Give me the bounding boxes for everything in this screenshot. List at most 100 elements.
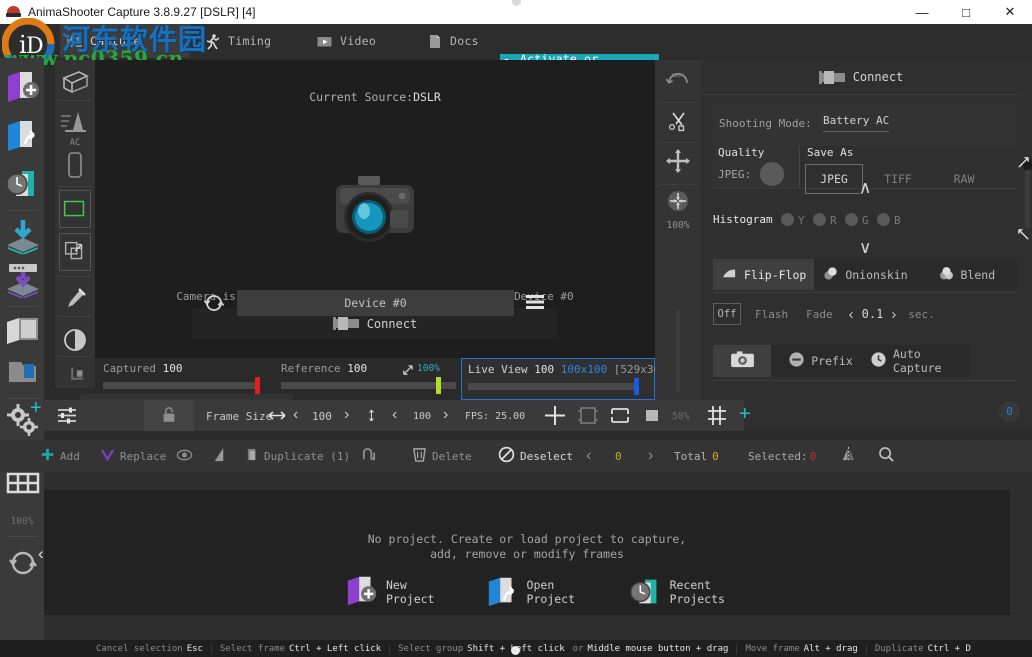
tab-docs[interactable]: Docs bbox=[420, 24, 500, 58]
height-prev-icon[interactable]: ‹ bbox=[392, 406, 397, 424]
tab-video[interactable]: Video bbox=[310, 24, 420, 58]
frame-outline-icon[interactable] bbox=[609, 405, 631, 426]
panel-connect-button[interactable]: Connect bbox=[701, 66, 1021, 88]
close-button[interactable]: ✕ bbox=[988, 0, 1032, 24]
rail-recent-projects[interactable] bbox=[4, 164, 42, 208]
tab-blend[interactable]: Blend bbox=[916, 259, 1017, 290]
save-as-tiff[interactable]: TIFF bbox=[867, 164, 929, 194]
panel-expand-up-icon[interactable] bbox=[1017, 154, 1030, 173]
captured-track[interactable] bbox=[103, 382, 260, 389]
toolbar-add-icon[interactable]: + bbox=[739, 403, 751, 426]
frames-delete-button[interactable]: Delete bbox=[412, 440, 472, 472]
crop-scissors-icon[interactable] bbox=[665, 108, 691, 134]
rail-refresh[interactable] bbox=[4, 544, 42, 588]
rail-import[interactable] bbox=[4, 216, 42, 260]
fps-label[interactable]: FPS: 25.00 bbox=[465, 411, 525, 422]
height-next-icon[interactable]: › bbox=[443, 406, 448, 424]
save-as-jpeg[interactable]: JPEG bbox=[805, 164, 863, 194]
maximize-button[interactable]: □ bbox=[944, 0, 988, 24]
save-as-raw[interactable]: RAW bbox=[933, 164, 995, 194]
rail-new-project[interactable] bbox=[4, 68, 42, 112]
frames-add-button[interactable]: Add bbox=[40, 440, 80, 472]
frame-prev-icon[interactable]: ‹ bbox=[586, 440, 591, 472]
quality-knob[interactable] bbox=[760, 162, 784, 186]
refresh-icon[interactable] bbox=[203, 292, 225, 314]
frames-duplicate-button[interactable]: Duplicate (1) bbox=[246, 440, 350, 472]
add-capture-icon[interactable]: + bbox=[30, 398, 42, 418]
eyedropper-icon[interactable] bbox=[59, 282, 91, 318]
panel-expand-down-icon[interactable] bbox=[1017, 226, 1030, 245]
minimize-button[interactable]: — bbox=[900, 0, 944, 24]
live-view-track[interactable] bbox=[468, 383, 638, 390]
move-icon[interactable] bbox=[665, 148, 691, 174]
recent-projects-button[interactable]: Recent Projects bbox=[628, 573, 764, 612]
histogram-y-radio[interactable] bbox=[781, 213, 794, 226]
battery-icon[interactable] bbox=[59, 148, 91, 184]
fill-icon[interactable] bbox=[641, 405, 663, 426]
timeline-prev-icon[interactable]: ‹ bbox=[38, 544, 44, 564]
frames-deselect-label: Deselect bbox=[520, 449, 573, 463]
frames-undo-button[interactable] bbox=[360, 440, 377, 472]
safe-area-icon[interactable] bbox=[577, 405, 599, 426]
unlock-icon[interactable] bbox=[159, 405, 181, 426]
flipflop-flash-label[interactable]: Flash bbox=[755, 308, 788, 321]
hamburger-menu-icon[interactable] bbox=[525, 294, 545, 310]
timeline-stage[interactable]: No project. Create or load project to ca… bbox=[44, 490, 1010, 615]
histogram-icon[interactable] bbox=[59, 104, 91, 140]
flipflop-fade-label[interactable]: Fade bbox=[806, 308, 833, 321]
tab-flip-flop[interactable]: Flip-Flop bbox=[713, 259, 815, 290]
histogram-r-radio[interactable] bbox=[813, 213, 826, 226]
rail-export[interactable] bbox=[4, 260, 42, 304]
frame-next-icon[interactable]: › bbox=[648, 440, 653, 472]
flipflop-off-button[interactable]: Off bbox=[713, 303, 741, 325]
rotate-180-icon[interactable]: 180° bbox=[665, 68, 691, 94]
panel-scroll-down-icon[interactable]: ∨ bbox=[859, 238, 871, 258]
frames-tilt-button[interactable] bbox=[212, 440, 227, 472]
perspective-icon[interactable] bbox=[59, 64, 91, 100]
open-project-button[interactable]: Open Project bbox=[485, 573, 602, 612]
resize-arrow-icon[interactable] bbox=[401, 362, 414, 381]
live-view-knob[interactable] bbox=[634, 378, 639, 395]
tab-auto-capture[interactable]: Auto Capture bbox=[870, 345, 969, 377]
fit-icon[interactable] bbox=[665, 188, 691, 214]
frame-icon[interactable] bbox=[59, 190, 91, 228]
panel-scroll-track[interactable] bbox=[1025, 170, 1030, 228]
slider-live-view[interactable]: Live View 100 100x100 [529x367] bbox=[461, 358, 673, 400]
shooting-mode-value[interactable]: Battery AC bbox=[823, 114, 890, 132]
flipflop-prev-icon[interactable]: ‹ bbox=[849, 306, 854, 323]
new-project-button[interactable]: New Project bbox=[344, 573, 455, 612]
tab-timing[interactable]: Timing bbox=[198, 24, 318, 58]
tab-onionskin[interactable]: Onionskin bbox=[814, 259, 915, 290]
contrast-icon[interactable] bbox=[59, 322, 91, 358]
reference-knob[interactable] bbox=[436, 377, 441, 394]
frames-preview-button[interactable] bbox=[176, 440, 193, 472]
panel-scroll-up-icon[interactable]: ∧ bbox=[859, 178, 871, 198]
frame-height-value[interactable]: 100 bbox=[413, 411, 431, 422]
capture-badge[interactable]: 0 bbox=[999, 401, 1020, 422]
device-select[interactable]: Device #0 bbox=[237, 290, 514, 316]
flipflop-next-icon[interactable]: › bbox=[891, 306, 896, 323]
crosshair-icon[interactable] bbox=[544, 405, 566, 426]
width-next-icon[interactable]: › bbox=[344, 406, 349, 424]
recent-projects-icon bbox=[628, 573, 664, 612]
width-prev-icon[interactable]: ‹ bbox=[293, 406, 298, 424]
tab-prefix[interactable]: Prefix bbox=[771, 345, 870, 377]
grid-icon[interactable] bbox=[706, 405, 728, 426]
frame-width-value[interactable]: 100 bbox=[312, 410, 332, 423]
reference-track[interactable] bbox=[281, 382, 456, 389]
frames-replace-button[interactable]: Replace bbox=[100, 440, 166, 472]
frames-mirror-button[interactable] bbox=[840, 440, 857, 472]
histogram-b-radio[interactable] bbox=[877, 213, 890, 226]
rail-screens[interactable] bbox=[4, 312, 42, 356]
viewport-scrollbar[interactable] bbox=[676, 310, 680, 392]
corner-icon[interactable] bbox=[59, 360, 91, 396]
frames-deselect-button[interactable]: Deselect bbox=[498, 440, 573, 472]
sliders-icon[interactable] bbox=[56, 405, 78, 426]
frames-search-button[interactable] bbox=[878, 440, 895, 472]
tab-capture[interactable]: Capture bbox=[60, 24, 190, 58]
histogram-g-radio[interactable] bbox=[845, 213, 858, 226]
resize-icon[interactable] bbox=[59, 233, 91, 271]
rail-open-project[interactable] bbox=[4, 116, 42, 160]
tab-capture-mode[interactable] bbox=[713, 345, 771, 377]
frame-index-value[interactable]: 0 bbox=[615, 440, 622, 472]
